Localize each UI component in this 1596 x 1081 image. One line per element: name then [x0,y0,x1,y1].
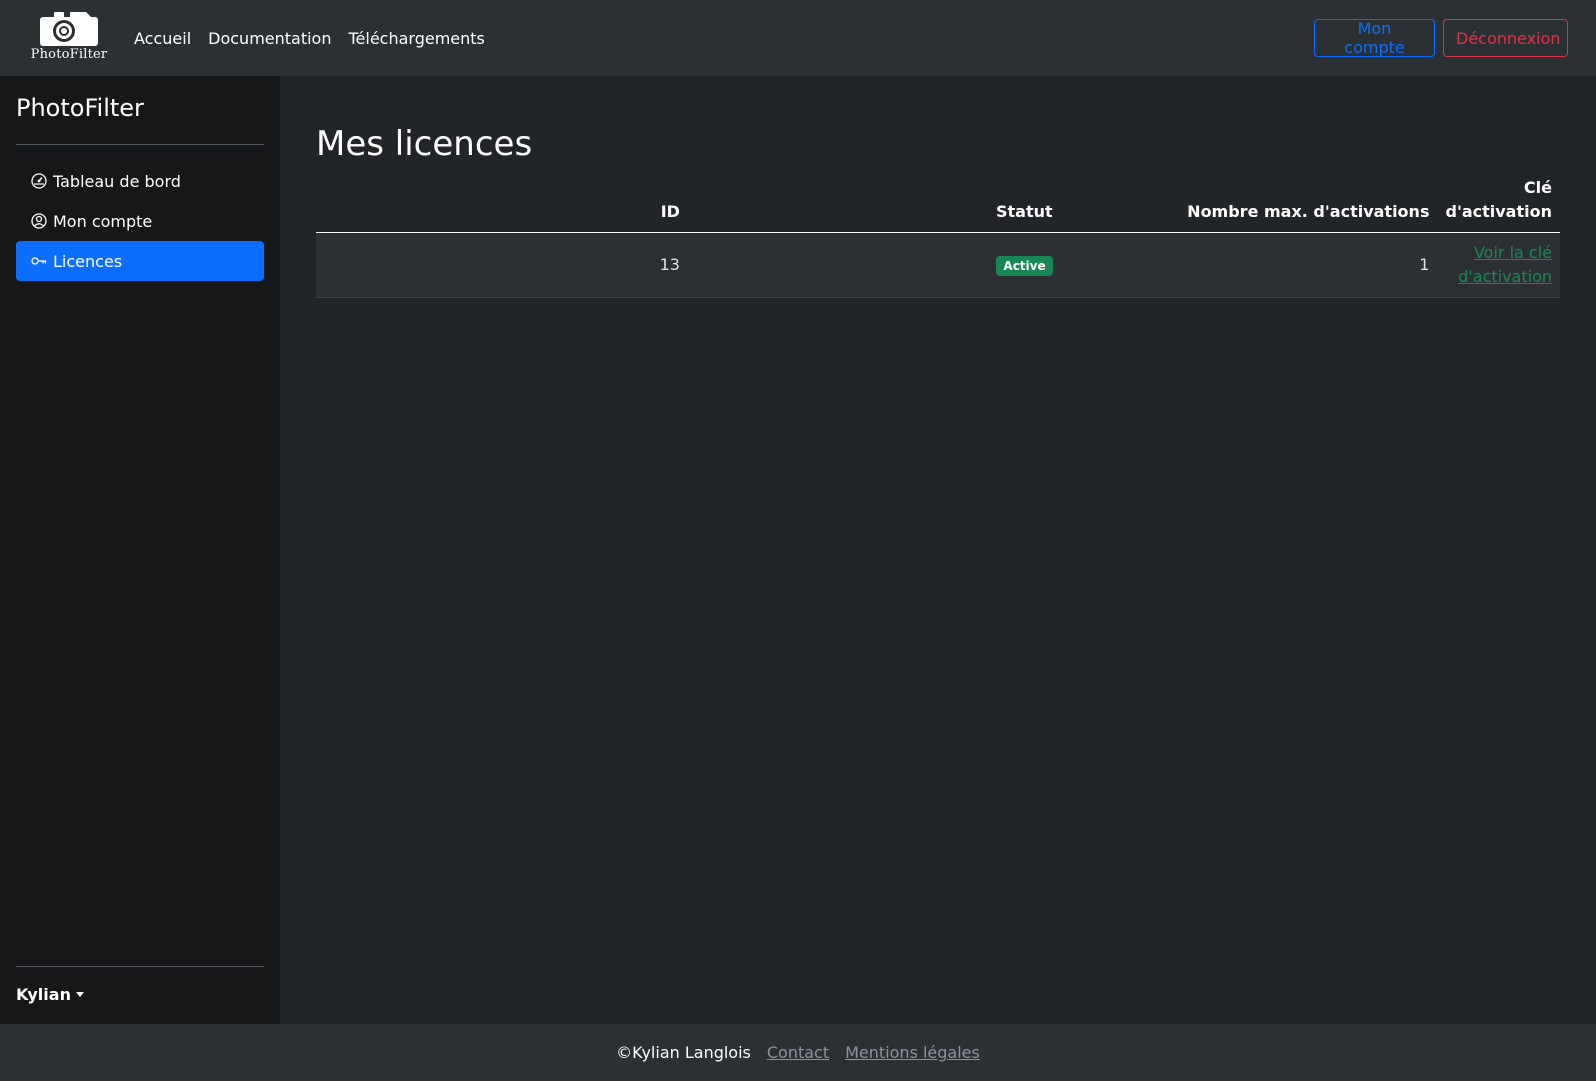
footer-copyright: ©Kylian Langlois [616,1043,751,1062]
main-nav: Accueil Documentation Téléchargements [134,0,502,76]
dashboard-icon [31,173,49,189]
nav-link-documentation[interactable]: Documentation [208,29,331,48]
column-header-id: ID [316,176,688,233]
sidebar-item-label: Mon compte [53,211,153,231]
column-header-max-activations: Nombre max. d'activations [1060,176,1438,233]
user-circle-icon [31,213,49,229]
cell-max-activations: 1 [1060,232,1438,298]
sidebar-divider-bottom [16,966,264,967]
sidebar-divider [16,144,264,145]
nav-link-accueil[interactable]: Accueil [134,29,191,48]
sidebar-item-dashboard[interactable]: Tableau de bord [16,161,264,201]
camera-icon [40,12,98,46]
brand-logo[interactable]: PhotoFilter [27,10,111,66]
table-header-row: ID Statut Nombre max. d'activations Clé … [316,176,1560,233]
view-key-link[interactable]: Voir la clé d'activation [1458,243,1552,286]
footer-link-legal[interactable]: Mentions légales [845,1043,980,1062]
cell-status: Active [687,232,1061,298]
footer: ©Kylian Langlois Contact Mentions légale… [0,1024,1596,1081]
footer-link-contact[interactable]: Contact [767,1043,829,1062]
column-header-activation-key: Clé d'activation [1437,176,1560,233]
sidebar-item-licences[interactable]: Licences [16,241,264,281]
user-name: Kylian [16,985,71,1004]
status-badge: Active [996,256,1053,276]
top-navbar: PhotoFilter Accueil Documentation Téléch… [0,0,1596,76]
page-title: Mes licences [316,124,533,164]
sidebar-item-label: Tableau de bord [53,171,181,191]
key-icon [31,253,49,269]
user-dropdown[interactable]: Kylian [16,985,84,1004]
main-content: Mes licences ID Statut Nombre max. d'act… [280,76,1596,1024]
caret-down-icon [75,992,84,997]
table-row: 13 Active 1 Voir la clé d'activation [316,232,1560,298]
sidebar-item-account[interactable]: Mon compte [16,201,264,241]
sidebar-item-label: Licences [53,251,123,271]
nav-link-telechargements[interactable]: Téléchargements [348,29,484,48]
sidebar: PhotoFilter Tableau de bord Mon compte L… [0,76,280,1024]
sidebar-title: PhotoFilter [16,94,144,122]
brand-name: PhotoFilter [30,47,108,62]
logout-button[interactable]: Déconnexion [1443,19,1568,57]
account-button[interactable]: Mon compte [1314,19,1435,57]
cell-id: 13 [316,232,688,298]
column-header-status: Statut [687,176,1061,233]
cell-activation-key: Voir la clé d'activation [1437,232,1560,298]
licences-table: ID Statut Nombre max. d'activations Clé … [316,176,1560,298]
